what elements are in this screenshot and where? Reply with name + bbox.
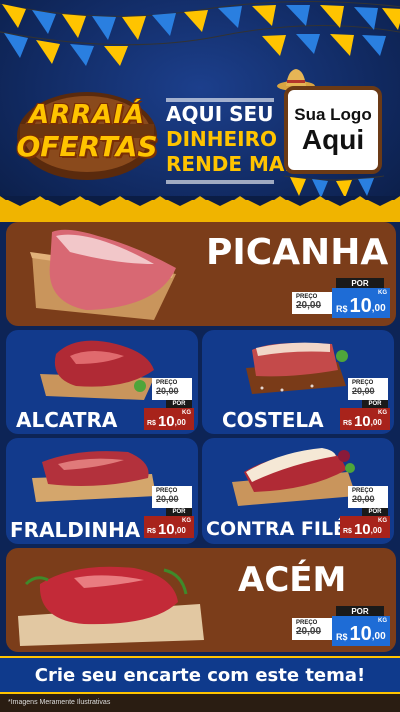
product-name: ALCATRA <box>16 408 118 432</box>
alcatra-cut-image <box>40 340 154 400</box>
currency-symbol: R$ <box>343 528 352 535</box>
product-name: FRALDINHA <box>10 518 141 542</box>
unit-label: KG <box>182 410 191 416</box>
price-cents: ,00 <box>370 526 382 535</box>
slogan-line-3: RENDE MAIS! <box>166 152 316 176</box>
your-logo-line-2: Aqui <box>301 124 365 155</box>
old-price-box: PREÇO 20,00 <box>292 618 334 640</box>
price-integer: 10 <box>353 521 371 538</box>
logo-text-ofertas: OFERTAS <box>16 130 158 163</box>
currency-symbol: R$ <box>343 420 352 427</box>
product-card-costela[interactable]: COSTELA PREÇO 20,00 POR R$ 10 ,00 KG <box>202 330 394 434</box>
price-cents: ,00 <box>371 303 386 314</box>
festa-junina-bunting <box>0 0 400 66</box>
unit-label: KG <box>378 290 387 296</box>
new-price-box: R$ 10 ,00 KG <box>332 616 390 646</box>
flyer-page: ARRAIÁ OFERTAS AQUI SEU DINHEIRO RENDE M… <box>0 0 400 712</box>
old-price-box: PREÇO 20,00 <box>292 292 334 314</box>
price-integer: 10 <box>349 295 372 317</box>
product-name: CONTRA FILÉ <box>206 518 347 540</box>
zigzag-divider <box>0 196 400 212</box>
unit-label: KG <box>378 618 387 624</box>
slogan-bottom-rule <box>166 180 274 184</box>
disclaimer: *Imagens Meramente Ilustrativas <box>0 694 400 712</box>
new-price-box: R$ 10 ,00 KG <box>340 408 390 430</box>
logo-text-arraia: ARRAIÁ <box>28 100 146 130</box>
arraia-ofertas-logo: ARRAIÁ OFERTAS <box>12 84 162 186</box>
costela-cut-image <box>246 342 348 394</box>
unit-label: KG <box>378 518 387 524</box>
currency-symbol: R$ <box>336 632 348 642</box>
old-price-value: 20,00 <box>352 494 375 504</box>
unit-label: KG <box>378 410 387 416</box>
product-card-picanha[interactable]: PICANHA POR PREÇO 20,00 R$ 10 ,00 KG <box>6 222 396 326</box>
header-banner: ARRAIÁ OFERTAS AQUI SEU DINHEIRO RENDE M… <box>0 0 400 220</box>
slogan: AQUI SEU DINHEIRO RENDE MAIS! <box>166 102 316 177</box>
currency-symbol: R$ <box>147 420 156 427</box>
price-cents: ,00 <box>174 526 186 535</box>
slogan-line-2: DINHEIRO <box>166 127 278 151</box>
product-name: COSTELA <box>222 408 324 432</box>
old-price-value: 20,00 <box>352 386 375 396</box>
cta-banner[interactable]: Crie seu encarte com este tema! <box>0 656 400 694</box>
product-name: PICANHA <box>206 232 389 273</box>
new-price-box: R$ 10 ,00 KG <box>340 516 390 538</box>
old-price-box: PREÇO 20,00 <box>348 378 388 400</box>
old-price-box: PREÇO 20,00 <box>152 486 192 508</box>
product-name: ACÉM <box>238 560 347 600</box>
price-integer: 10 <box>353 413 371 430</box>
currency-symbol: R$ <box>336 304 348 314</box>
price-integer: 10 <box>157 521 175 538</box>
old-price-box: PREÇO 20,00 <box>348 486 388 508</box>
unit-label: KG <box>182 518 191 524</box>
new-price-box: R$ 10 ,00 KG <box>144 408 194 430</box>
fraldinha-cut-image <box>32 451 156 502</box>
product-card-contra-file[interactable]: CONTRA FILÉ PREÇO 20,00 POR R$ 10 ,00 KG <box>202 438 394 544</box>
currency-symbol: R$ <box>147 528 156 535</box>
cta-text: Crie seu encarte com este tema! <box>34 664 366 686</box>
acem-cut-image <box>18 566 204 646</box>
price-cents: ,00 <box>174 418 186 427</box>
product-card-fraldinha[interactable]: FRALDINHA PREÇO 20,00 POR R$ 10 ,00 KG <box>6 438 198 544</box>
new-price-box: R$ 10 ,00 KG <box>144 516 194 538</box>
contra-file-cut-image <box>232 448 356 506</box>
price-cents: ,00 <box>371 631 386 642</box>
product-card-acem[interactable]: ACÉM POR PREÇO 20,00 R$ 10 ,00 KG <box>6 548 396 652</box>
slogan-line-1: AQUI SEU <box>166 102 274 126</box>
old-price-value: 20,00 <box>296 300 322 311</box>
price-cents: ,00 <box>370 418 382 427</box>
price-integer: 10 <box>349 623 372 645</box>
new-price-box: R$ 10 ,00 KG <box>332 288 390 318</box>
your-logo-placeholder[interactable]: Sua Logo Aqui <box>284 86 382 174</box>
price-integer: 10 <box>157 413 175 430</box>
picanha-cut-image <box>30 229 176 320</box>
old-price-box: PREÇO 20,00 <box>152 378 192 400</box>
old-price-value: 20,00 <box>156 494 179 504</box>
product-card-alcatra[interactable]: ALCATRA POR PREÇO 20,00 POR R$ 10 ,00 KG <box>6 330 198 434</box>
old-price-value: 20,00 <box>156 386 179 396</box>
old-price-value: 20,00 <box>296 626 322 637</box>
your-logo-line-1: Sua Logo <box>294 105 372 124</box>
